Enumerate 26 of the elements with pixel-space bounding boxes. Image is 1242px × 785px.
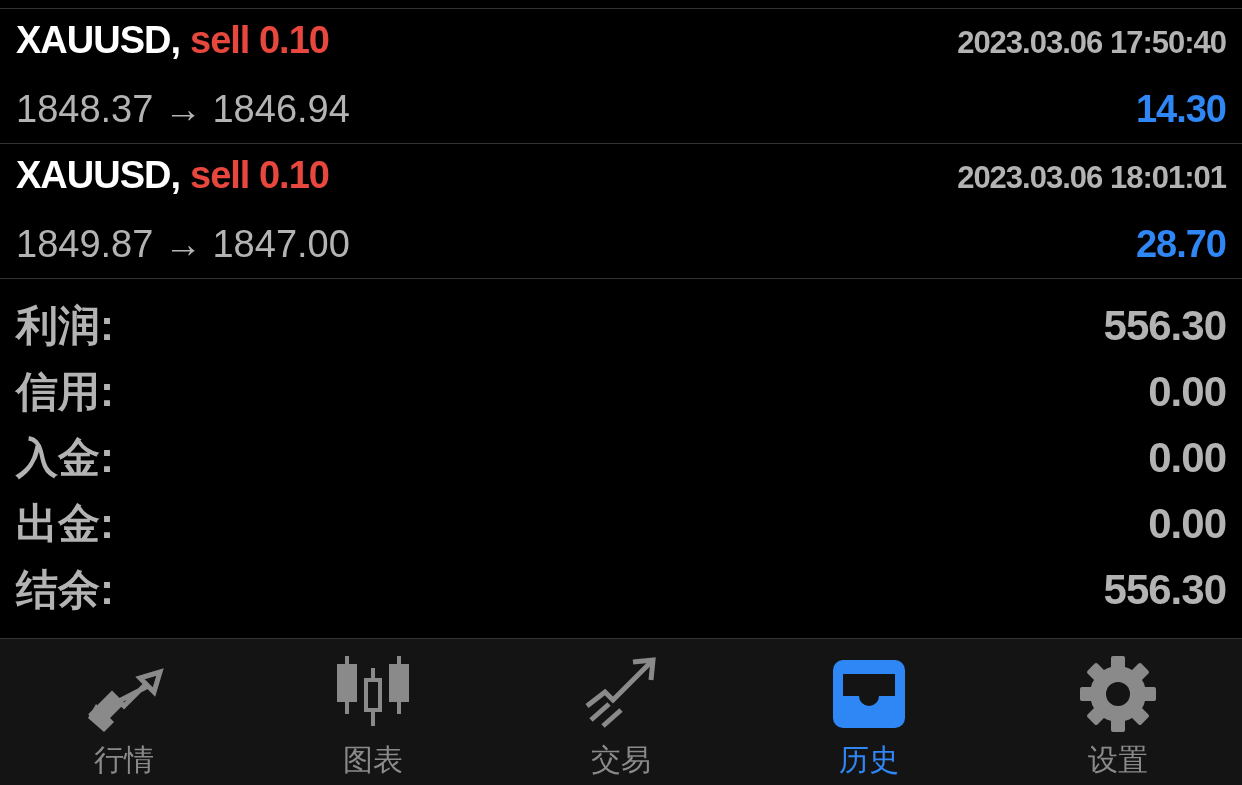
summary-value: 0.00 [1148,368,1226,416]
summary-label: 结余: [16,565,114,615]
tab[interactable]: 行情 [0,639,249,785]
trade-profit: 28.70 [1135,223,1226,266]
trade-side: sell 0.10 [190,19,329,61]
summary-label: 入金: [16,433,114,483]
tab[interactable]: 交易 [496,639,746,785]
tab[interactable]: 图表 [248,639,497,785]
tab[interactable]: 设置 [993,639,1242,785]
tab[interactable]: 历史 [745,639,994,785]
summary-value: 0.00 [1148,500,1226,548]
trade-prices: 1849.87 → 1847.00 [16,223,350,266]
trade-time: 2023.03.06 18:01:01 [957,160,1226,196]
summary-label: 利润: [16,301,114,351]
settings-icon [1077,654,1158,734]
trade-side: sell 0.10 [190,154,329,196]
summary-label: 信用: [16,367,114,417]
summary-label: 出金: [16,499,114,549]
summary-value: 0.00 [1148,434,1226,482]
symbol: XAUUSD, [16,19,181,61]
symbol: XAUUSD, [16,154,181,196]
trade-profit: 14.30 [1135,88,1226,131]
summary-value: 556.30 [1103,302,1226,350]
trade-prices: 1848.37 → 1846.94 [16,88,350,131]
trade-time: 2023.03.06 17:50:40 [957,25,1226,61]
summary-value: 556.30 [1103,566,1226,614]
